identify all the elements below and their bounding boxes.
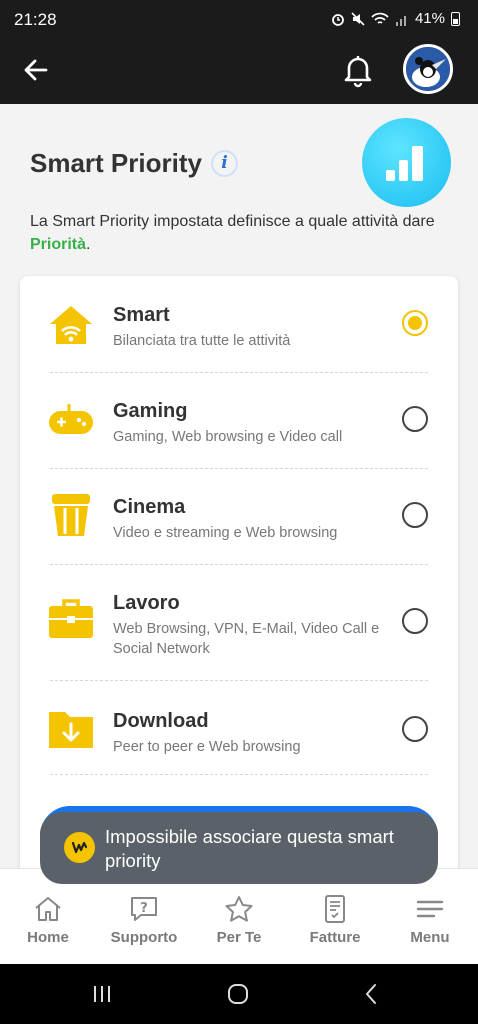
option-subtitle: Gaming, Web browsing e Video call	[113, 429, 343, 445]
star-icon	[225, 896, 253, 922]
radio-lavoro[interactable]	[402, 608, 428, 634]
avatar[interactable]	[403, 44, 453, 94]
page-title: Smart Priority	[30, 148, 202, 178]
description-text: La Smart Priority impostata definisce a …	[30, 213, 435, 230]
status-time: 21:28	[14, 10, 57, 29]
radio-cinema[interactable]	[402, 502, 428, 528]
support-icon: ?	[131, 897, 157, 921]
option-title: Gaming	[113, 400, 188, 422]
bell-icon[interactable]	[340, 52, 376, 88]
menu-icon	[416, 900, 444, 918]
signal-bars-hero-icon	[362, 118, 451, 207]
alarm-icon	[332, 13, 344, 26]
description-end: .	[86, 236, 91, 253]
toast-text: Impossibile associare questa smart prior…	[105, 826, 394, 871]
nav-label: Menu	[410, 929, 450, 946]
option-title: Cinema	[113, 496, 186, 518]
option-subtitle: Bilanciata tra tutte le attività	[113, 333, 291, 349]
download-folder-icon	[49, 712, 93, 748]
wifi-icon	[371, 12, 389, 24]
recent-apps-icon[interactable]	[90, 982, 114, 1006]
radio-gaming[interactable]	[402, 406, 428, 432]
popcorn-icon	[52, 494, 90, 536]
info-icon[interactable]: i	[211, 150, 238, 177]
main-content: Smart Priority i La Smart Priority impos…	[0, 104, 478, 868]
option-smart[interactable]: Smart Bilanciata tra tutte le attività	[20, 276, 458, 372]
option-subtitle: Video e streaming e Web browsing	[113, 525, 338, 541]
radio-smart[interactable]	[402, 310, 428, 336]
option-download[interactable]: Download Peer to peer e Web browsing	[20, 680, 458, 776]
page-description: La Smart Priority impostata definisce a …	[30, 210, 450, 256]
option-gaming[interactable]: Gaming Gaming, Web browsing e Video call	[20, 372, 458, 468]
option-title: Smart	[113, 304, 170, 326]
option-title: Download	[113, 710, 209, 732]
priority-options-card: Smart Bilanciata tra tutte le attività G…	[20, 276, 458, 868]
divider	[50, 774, 428, 775]
app-logo-icon	[64, 832, 95, 863]
nav-label: Per Te	[216, 929, 262, 946]
status-bar: 21:28 41%	[0, 0, 478, 38]
mute-icon	[351, 11, 365, 26]
option-lavoro[interactable]: Lavoro Web Browsing, VPN, E-Mail, Video …	[20, 564, 458, 680]
battery-level: 41%	[414, 10, 445, 27]
home-wifi-icon	[50, 306, 92, 344]
gamepad-icon	[49, 404, 93, 434]
battery-icon	[451, 12, 460, 26]
arrow-left-icon[interactable]	[20, 54, 52, 86]
app-bar	[0, 38, 478, 104]
status-icons: 41%	[331, 10, 460, 27]
toast-message: Impossibile associare questa smart prior…	[40, 812, 438, 884]
back-button-icon[interactable]	[360, 982, 384, 1006]
option-subtitle: Peer to peer e Web browsing	[113, 739, 301, 755]
radio-download[interactable]	[402, 716, 428, 742]
nav-label: Supporto	[110, 929, 178, 946]
system-navigation-bar	[0, 964, 478, 1024]
bill-icon	[325, 895, 345, 923]
priority-highlight: Priorità	[30, 236, 87, 253]
option-cinema[interactable]: Cinema Video e streaming e Web browsing	[20, 468, 458, 564]
briefcase-icon	[49, 599, 93, 638]
nav-label: Home	[27, 929, 69, 946]
home-icon	[35, 897, 61, 921]
profile-avatar-icon	[406, 47, 450, 91]
svg-text:?: ?	[140, 901, 148, 916]
home-button-icon[interactable]	[226, 982, 250, 1006]
option-subtitle: Web Browsing, VPN, E-Mail, Video Call e …	[113, 621, 380, 657]
nav-label: Fatture	[309, 929, 361, 946]
option-title: Lavoro	[113, 592, 180, 614]
signal-icon	[395, 15, 406, 26]
